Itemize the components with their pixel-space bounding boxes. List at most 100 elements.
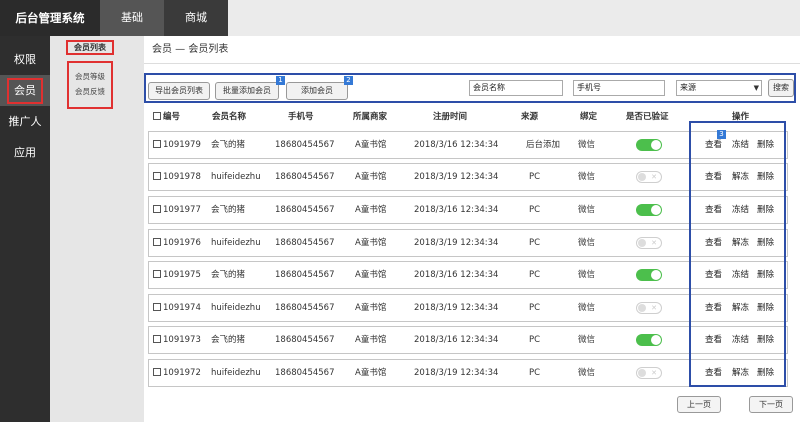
- row-merchant: A童书馆: [355, 238, 387, 248]
- view-button[interactable]: 查看: [705, 327, 722, 353]
- sidebar-item-promoters[interactable]: 推广人: [0, 106, 50, 137]
- row-merchant: A童书馆: [355, 335, 387, 345]
- sidebar-item-permissions[interactable]: 权限: [0, 44, 50, 75]
- sidebar-item-members[interactable]: 会员: [0, 75, 50, 106]
- col-merchant-header: 所属商家: [353, 112, 388, 122]
- top-nav: 基础 商城: [100, 0, 228, 36]
- row-name: 会飞的猪: [211, 140, 246, 150]
- delete-button[interactable]: 删除: [757, 230, 774, 256]
- row-id-cell: 1091972: [153, 360, 201, 386]
- row-merchant: A童书馆: [355, 172, 387, 182]
- row-id: 1091973: [163, 335, 201, 345]
- app-title: 后台管理系统: [0, 0, 100, 36]
- row-source: PC: [529, 303, 541, 313]
- delete-button[interactable]: 删除: [757, 360, 774, 386]
- view-button[interactable]: 查看: [705, 262, 722, 288]
- phone-input[interactable]: 手机号: [573, 80, 665, 96]
- select-all-checkbox[interactable]: [153, 111, 161, 120]
- verified-toggle[interactable]: [636, 204, 662, 216]
- freeze-button[interactable]: 冻结: [732, 262, 749, 288]
- verified-toggle[interactable]: [636, 334, 662, 346]
- member-name-input[interactable]: 会员名称: [469, 80, 563, 96]
- view-button[interactable]: 查看: [705, 132, 722, 158]
- delete-button[interactable]: 删除: [757, 132, 774, 158]
- row-id: 1091978: [163, 172, 201, 182]
- row-merchant: A童书馆: [355, 368, 387, 378]
- row-source: PC: [529, 238, 541, 248]
- view-button[interactable]: 查看: [705, 360, 722, 386]
- add-member-button[interactable]: 添加会员: [286, 82, 348, 100]
- row-phone: 18680454567: [275, 172, 335, 182]
- sidebar-item-apps[interactable]: 应用: [0, 137, 50, 168]
- row-checkbox[interactable]: [153, 139, 161, 148]
- unfreeze-button[interactable]: 解冻: [732, 360, 749, 386]
- verified-toggle[interactable]: ✕: [636, 171, 662, 183]
- subnav-item-member-level[interactable]: 会员等级: [69, 69, 111, 84]
- sidebar-item-label: 会员: [7, 78, 43, 104]
- source-select-value: 来源: [680, 83, 696, 92]
- row-checkbox[interactable]: [153, 237, 161, 246]
- sidebar-item-label: 推广人: [8, 115, 42, 128]
- delete-button[interactable]: 删除: [757, 197, 774, 223]
- verified-toggle[interactable]: ✕: [636, 367, 662, 379]
- row-source: PC: [529, 368, 541, 378]
- row-bind: 微信: [578, 335, 596, 345]
- row-phone: 18680454567: [275, 238, 335, 248]
- export-members-button[interactable]: 导出会员列表: [148, 82, 210, 100]
- row-id-cell: 1091977: [153, 197, 201, 223]
- delete-button[interactable]: 删除: [757, 262, 774, 288]
- search-button[interactable]: 搜索: [768, 79, 794, 97]
- verified-toggle[interactable]: [636, 139, 662, 151]
- row-checkbox[interactable]: [153, 204, 161, 213]
- verified-toggle[interactable]: [636, 269, 662, 281]
- freeze-button[interactable]: 冻结: [732, 197, 749, 223]
- top-bar: 后台管理系统 基础 商城: [0, 0, 800, 36]
- freeze-button[interactable]: 冻结: [732, 132, 749, 158]
- annotation-badge-2: 2: [344, 76, 353, 85]
- row-checkbox[interactable]: [153, 171, 161, 180]
- col-source-header: 来源: [521, 112, 539, 122]
- sidebar-item-label: 权限: [14, 53, 36, 66]
- view-button[interactable]: 查看: [705, 197, 722, 223]
- row-name: huifeidezhu: [211, 238, 261, 248]
- view-button[interactable]: 查看: [705, 295, 722, 321]
- row-id: 1091972: [163, 368, 201, 378]
- table-header: 编号 会员名称 手机号 所属商家 注册时间 来源 绑定 是否已验证 操作: [148, 107, 788, 127]
- row-checkbox[interactable]: [153, 334, 161, 343]
- row-checkbox[interactable]: [153, 302, 161, 311]
- subnav-item-member-feedback[interactable]: 会员反馈: [69, 84, 111, 99]
- view-button[interactable]: 查看: [705, 164, 722, 190]
- freeze-button[interactable]: 冻结: [732, 327, 749, 353]
- col-bind-header: 绑定: [580, 112, 598, 122]
- top-nav-mall[interactable]: 商城: [164, 0, 228, 36]
- unfreeze-button[interactable]: 解冻: [732, 295, 749, 321]
- table-row: 1091976 huifeidezhu 18680454567 A童书馆 2018/3/…: [148, 229, 788, 257]
- row-reg-time: 2018/3/16 12:34:34: [414, 335, 499, 345]
- row-id: 1091976: [163, 238, 201, 248]
- verified-toggle[interactable]: ✕: [636, 302, 662, 314]
- verified-toggle[interactable]: ✕: [636, 237, 662, 249]
- unfreeze-button[interactable]: 解冻: [732, 164, 749, 190]
- row-id-cell: 1091973: [153, 327, 201, 353]
- subnav-list: 会员等级 会员反馈: [67, 61, 113, 109]
- row-checkbox[interactable]: [153, 367, 161, 376]
- row-id: 1091977: [163, 205, 201, 215]
- subnav-member-list[interactable]: 会员列表: [66, 40, 114, 55]
- batch-add-members-button[interactable]: 批量添加会员: [215, 82, 279, 100]
- source-select[interactable]: 来源 ▼: [676, 80, 762, 96]
- row-bind: 微信: [578, 140, 596, 150]
- prev-page-button[interactable]: 上一页: [677, 396, 721, 413]
- delete-button[interactable]: 删除: [757, 164, 774, 190]
- row-id-cell: 1091975: [153, 262, 201, 288]
- delete-button[interactable]: 删除: [757, 295, 774, 321]
- delete-button[interactable]: 删除: [757, 327, 774, 353]
- next-page-button[interactable]: 下一页: [749, 396, 793, 413]
- sidebar: 权限 会员 推广人 应用: [0, 36, 50, 422]
- top-nav-basic[interactable]: 基础: [100, 0, 164, 36]
- view-button[interactable]: 查看: [705, 230, 722, 256]
- row-checkbox[interactable]: [153, 269, 161, 278]
- sub-nav: 会员列表 会员等级 会员反馈: [50, 36, 144, 422]
- col-name-header: 会员名称: [212, 112, 247, 122]
- table-row: 1091979 会飞的猪 18680454567 A童书馆 2018/3/16 12:3…: [148, 131, 788, 159]
- unfreeze-button[interactable]: 解冻: [732, 230, 749, 256]
